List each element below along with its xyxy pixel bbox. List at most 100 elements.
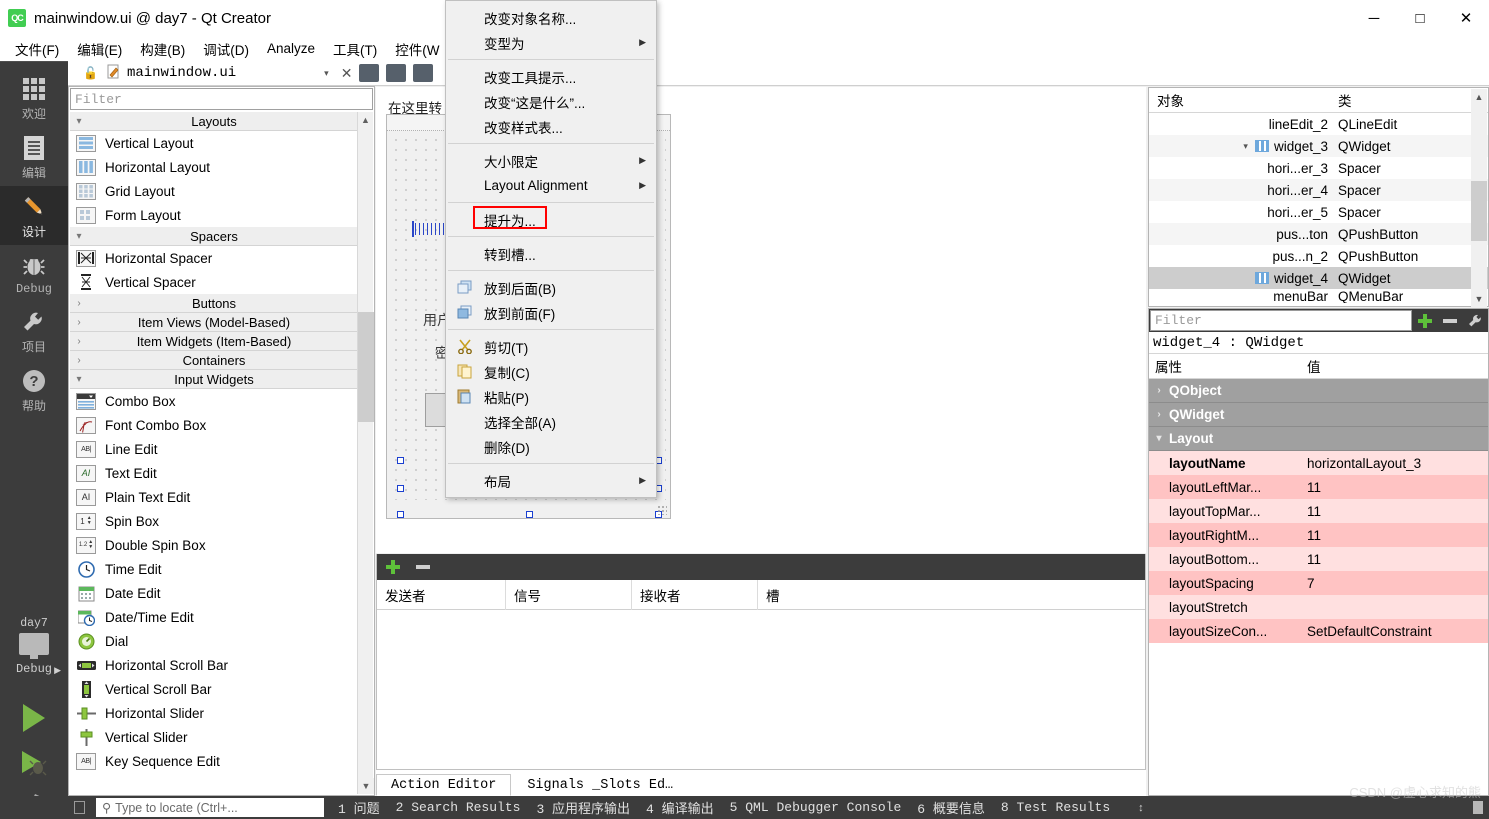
table-row[interactable]: ▾ widget_3 QWidget bbox=[1149, 135, 1488, 157]
column-object[interactable]: 对象 bbox=[1149, 90, 1334, 110]
property-value[interactable]: horizontalLayout_3 bbox=[1301, 456, 1488, 471]
menu-item-layout[interactable]: 布局 ▶ bbox=[446, 468, 656, 493]
widget-item-key-sequence-edit[interactable]: AB| Key Sequence Edit bbox=[70, 749, 358, 773]
widget-box-list[interactable]: ▾ Layouts Vertical Layout Horizontal Lay… bbox=[70, 112, 358, 794]
menu-tools[interactable]: 工具(T) bbox=[324, 36, 386, 62]
widget-item-grid-layout[interactable]: Grid Layout bbox=[70, 179, 358, 203]
property-value[interactable]: 11 bbox=[1301, 504, 1488, 519]
widget-item-font-combo-box[interactable]: f Font Combo Box bbox=[70, 413, 358, 437]
widget-item-vertical-slider[interactable]: Vertical Slider bbox=[70, 725, 358, 749]
table-row[interactable]: hori...er_3 Spacer bbox=[1149, 157, 1488, 179]
property-row-layoutsizeconstraint[interactable]: layoutSizeCon... SetDefaultConstraint bbox=[1149, 619, 1488, 643]
scroll-up-icon[interactable]: ▲ bbox=[358, 112, 373, 128]
property-row-layoutname[interactable]: layoutName horizontalLayout_3 bbox=[1149, 451, 1488, 475]
mode-design[interactable]: 设计 bbox=[0, 186, 68, 245]
scroll-down-icon[interactable]: ▼ bbox=[1471, 291, 1487, 307]
widget-item-vertical-layout[interactable]: Vertical Layout bbox=[70, 131, 358, 155]
scroll-up-icon[interactable]: ▲ bbox=[1471, 89, 1487, 105]
column-sender[interactable]: 发送者 bbox=[377, 579, 506, 610]
property-row-layoutleftmargin[interactable]: layoutLeftMar... 11 bbox=[1149, 475, 1488, 499]
output-pane-application[interactable]: 3 应用程序输出 bbox=[536, 798, 630, 817]
scroll-down-icon[interactable]: ▼ bbox=[358, 778, 374, 794]
remove-property-icon[interactable] bbox=[1438, 313, 1462, 329]
widget-item-form-layout[interactable]: Form Layout bbox=[70, 203, 358, 227]
output-pane-qml-debugger[interactable]: 5 QML Debugger Console bbox=[730, 800, 902, 815]
table-row[interactable]: lineEdit_2 QLineEdit bbox=[1149, 113, 1488, 135]
maximize-button[interactable]: □ bbox=[1397, 0, 1443, 36]
context-menu[interactable]: 改变对象名称... 变型为 ▶ 改变工具提示... 改变“这是什么”... 改变… bbox=[445, 0, 657, 498]
mode-debug[interactable]: Debug bbox=[0, 245, 68, 301]
widget-item-horizontal-scroll-bar[interactable]: Horizontal Scroll Bar bbox=[70, 653, 358, 677]
output-pane-test-results[interactable]: 8 Test Results bbox=[1001, 800, 1110, 815]
menu-item-paste[interactable]: 粘贴(P) bbox=[446, 384, 656, 409]
output-pane-updown-icon[interactable]: ↕ bbox=[1138, 802, 1144, 814]
menu-debug[interactable]: 调试(D) bbox=[194, 36, 258, 62]
property-value[interactable]: 7 bbox=[1301, 576, 1488, 591]
output-pane-overview[interactable]: 6 概要信息 bbox=[917, 798, 985, 817]
widget-item-combo-box[interactable]: Combo Box bbox=[70, 389, 358, 413]
edit-widgets-icon[interactable] bbox=[359, 64, 380, 82]
property-value[interactable]: 11 bbox=[1301, 552, 1488, 567]
table-row[interactable]: hori...er_4 Spacer bbox=[1149, 179, 1488, 201]
mode-help[interactable]: ? 帮助 bbox=[0, 360, 68, 419]
widget-category-item-widgets[interactable]: › Item Widgets (Item-Based) bbox=[70, 332, 358, 351]
menu-item-go-to-slot[interactable]: 转到槽... bbox=[446, 241, 656, 266]
mode-welcome[interactable]: 欢迎 bbox=[0, 68, 68, 127]
property-group-layout[interactable]: ▾ Layout bbox=[1149, 427, 1488, 451]
menu-analyze[interactable]: Analyze bbox=[258, 38, 324, 59]
table-row-selected[interactable]: widget_4 QWidget bbox=[1149, 267, 1488, 289]
mode-projects[interactable]: 项目 bbox=[0, 301, 68, 360]
menu-item-change-object-name[interactable]: 改变对象名称... bbox=[446, 5, 656, 30]
property-row-layoutspacing[interactable]: layoutSpacing 7 bbox=[1149, 571, 1488, 595]
chevron-down-icon[interactable]: ▾ bbox=[1243, 141, 1248, 152]
property-row-layoutstretch[interactable]: layoutStretch bbox=[1149, 595, 1488, 619]
property-value[interactable]: SetDefaultConstraint bbox=[1301, 624, 1488, 639]
output-pane-search-results[interactable]: 2 Search Results bbox=[396, 800, 521, 815]
widget-item-horizontal-spacer[interactable]: Horizontal Spacer bbox=[70, 246, 358, 270]
output-pane-issues[interactable]: 1 问题 bbox=[338, 798, 380, 817]
configure-property-icon[interactable] bbox=[1462, 313, 1488, 329]
column-signal[interactable]: 信号 bbox=[506, 579, 632, 610]
minimize-button[interactable]: ─ bbox=[1351, 0, 1397, 36]
selection-handle[interactable] bbox=[397, 457, 404, 464]
tab-action-editor[interactable]: Action Editor bbox=[376, 774, 512, 796]
mode-edit[interactable]: 编辑 bbox=[0, 127, 68, 186]
menu-item-change-stylesheet[interactable]: 改变样式表... bbox=[446, 114, 656, 139]
table-row[interactable]: menuBar QMenuBar bbox=[1149, 289, 1488, 303]
menu-item-select-all[interactable]: 选择全部(A) bbox=[446, 409, 656, 434]
widget-category-input-widgets[interactable]: ▾ Input Widgets bbox=[70, 370, 358, 389]
object-inspector-scrollbar[interactable]: ▲ ▼ bbox=[1471, 89, 1487, 307]
widget-item-text-edit[interactable]: AI Text Edit bbox=[70, 461, 358, 485]
widget-item-line-edit[interactable]: AB| Line Edit bbox=[70, 437, 358, 461]
menu-item-cut[interactable]: 剪切(T) bbox=[446, 334, 656, 359]
active-file-name[interactable]: mainwindow.ui bbox=[127, 65, 236, 81]
table-row[interactable]: pus...ton QPushButton bbox=[1149, 223, 1488, 245]
menu-item-delete[interactable]: 删除(D) bbox=[446, 434, 656, 459]
widget-item-horizontal-layout[interactable]: Horizontal Layout bbox=[70, 155, 358, 179]
scrollbar-thumb[interactable] bbox=[358, 312, 374, 422]
property-value[interactable]: 11 bbox=[1301, 480, 1488, 495]
column-value[interactable]: 值 bbox=[1301, 356, 1488, 376]
menu-item-change-whats-this[interactable]: 改变“这是什么”... bbox=[446, 89, 656, 114]
property-filter-input[interactable]: Filter bbox=[1150, 310, 1412, 331]
selection-handle[interactable] bbox=[397, 485, 404, 492]
menu-item-layout-alignment[interactable]: Layout Alignment ▶ bbox=[446, 173, 656, 198]
widget-item-vertical-scroll-bar[interactable]: Vertical Scroll Bar bbox=[70, 677, 358, 701]
edit-buddies-icon[interactable] bbox=[413, 64, 434, 82]
property-group-qwidget[interactable]: › QWidget bbox=[1149, 403, 1488, 427]
add-property-icon[interactable] bbox=[1412, 313, 1438, 329]
menu-item-bring-to-front[interactable]: 放到前面(F) bbox=[446, 300, 656, 325]
menu-edit[interactable]: 编辑(E) bbox=[68, 36, 131, 62]
add-connection-icon[interactable] bbox=[385, 559, 401, 575]
widget-item-spin-box[interactable]: 1 ▲ ▼ Spin Box bbox=[70, 509, 358, 533]
close-button[interactable]: ✕ bbox=[1443, 0, 1489, 36]
widget-category-buttons[interactable]: › Buttons bbox=[70, 294, 358, 313]
property-value[interactable]: 11 bbox=[1301, 528, 1488, 543]
widget-category-layouts[interactable]: ▾ Layouts bbox=[70, 112, 358, 131]
menu-build[interactable]: 构建(B) bbox=[131, 36, 194, 62]
menu-item-promote-to[interactable]: 提升为... bbox=[446, 207, 656, 232]
menu-item-copy[interactable]: 复制(C) bbox=[446, 359, 656, 384]
lock-icon[interactable]: 🔓 bbox=[83, 66, 98, 80]
scrollbar-thumb[interactable] bbox=[1471, 181, 1487, 241]
widget-item-dial[interactable]: Dial bbox=[70, 629, 358, 653]
